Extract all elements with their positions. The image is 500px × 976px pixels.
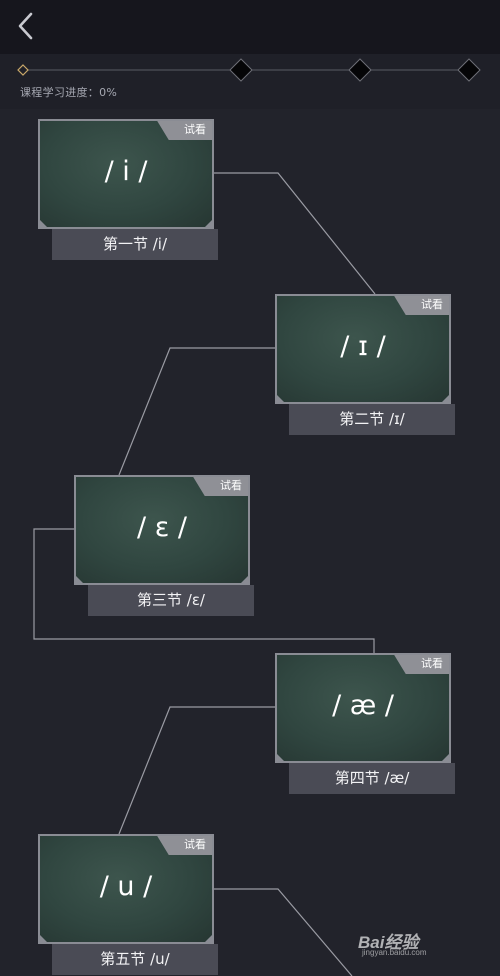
lesson-board[interactable]: / æ / 试看 [275,653,451,763]
trial-badge[interactable]: 试看 [192,477,248,496]
lesson-card-2[interactable]: / ɪ / 试看 第二节 /ɪ/ [275,294,455,435]
trial-badge[interactable]: 试看 [156,836,212,855]
watermark-url: jingyan.baidu.com [362,948,427,957]
trial-badge[interactable]: 试看 [393,655,449,674]
board-corner [205,935,212,942]
board-corner [40,220,47,227]
phonetic-symbol: / i / [104,156,148,187]
phonetic-symbol: / æ / [332,690,394,721]
board-corner [241,576,248,583]
board-corner [442,754,449,761]
lesson-card-4[interactable]: / æ / 试看 第四节 /æ/ [275,653,455,794]
lesson-card-3[interactable]: / ɛ / 试看 第三节 /ɛ/ [74,475,254,616]
diamond-icon [457,58,481,82]
lesson-card-5[interactable]: / u / 试看 第五节 /u/ [38,834,218,975]
diamond-icon [17,64,29,76]
phonetic-symbol: / ɛ / [137,512,187,543]
trial-badge[interactable]: 试看 [156,121,212,140]
phonetic-symbol: / ɪ / [340,331,386,362]
lesson-board[interactable]: / ɛ / 试看 [74,475,250,585]
progress-track [17,58,481,82]
phonetic-symbol: / u / [99,871,153,902]
diamond-icon [348,58,372,82]
board-corner [40,935,47,942]
watermark-logo: Bai经验 [358,933,419,952]
lesson-board[interactable]: / i / 试看 [38,119,214,229]
app-root: 课程学习进度：0% / i / 试看 第一节 /i/ / ɪ / 试看 第二节 … [0,0,500,976]
diamond-icon [229,58,253,82]
progress-label: 课程学习进度：0% [20,86,118,99]
lesson-board[interactable]: / ɪ / 试看 [275,294,451,404]
trial-badge[interactable]: 试看 [393,296,449,315]
board-corner [277,754,284,761]
board-corner [442,395,449,402]
board-corner [205,220,212,227]
lesson-title: 第四节 /æ/ [289,763,455,794]
baidu-watermark: Bai经验 jingyan.baidu.com [358,928,478,962]
lesson-board[interactable]: / u / 试看 [38,834,214,944]
lesson-card-1[interactable]: / i / 试看 第一节 /i/ [38,119,218,260]
board-corner [277,395,284,402]
lesson-title: 第二节 /ɪ/ [289,404,455,435]
lesson-title: 第一节 /i/ [52,229,218,260]
lesson-title: 第三节 /ɛ/ [88,585,254,616]
lesson-title: 第五节 /u/ [52,944,218,975]
board-corner [76,576,83,583]
